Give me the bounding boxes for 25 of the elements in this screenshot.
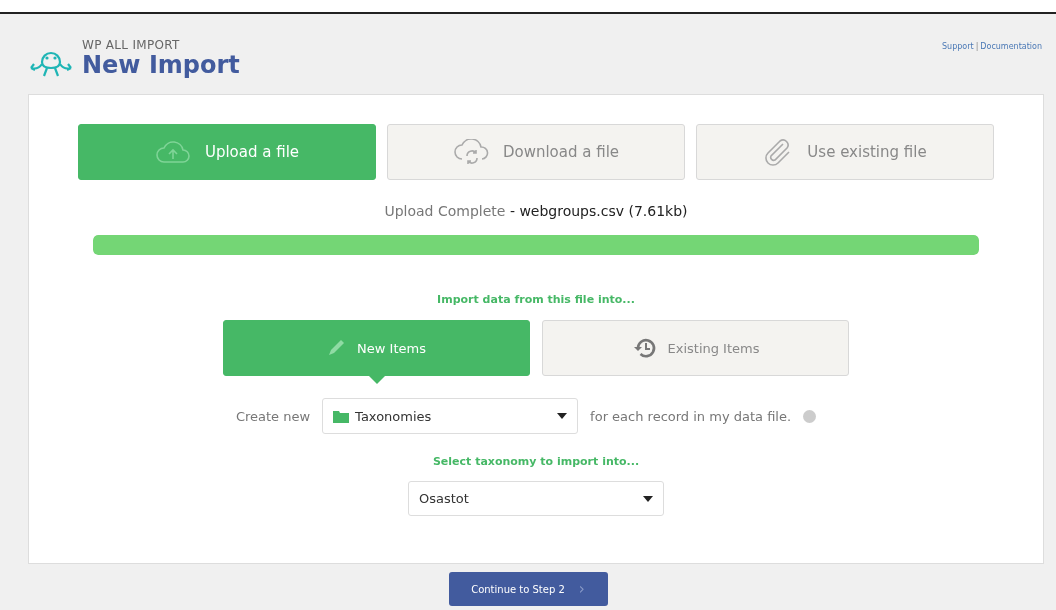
brand-name: WP ALL IMPORT	[82, 38, 181, 52]
import-option-tab[interactable]: Existing Items	[542, 320, 849, 376]
post-type-select[interactable]: Taxonomies	[322, 398, 579, 434]
source-tab[interactable]: Use existing file	[696, 124, 994, 180]
selection-pointer	[369, 376, 385, 384]
continue-button[interactable]: Continue to Step 2 ›	[448, 572, 608, 606]
cloud-sync-icon	[452, 139, 489, 165]
upload-status: Upload Complete - webgroups.csv (7.61kb)	[384, 203, 688, 219]
create-new-suffix: for each record in my data file.	[590, 408, 792, 424]
section-heading: Select taxonomy to import into...	[432, 455, 640, 468]
import-option-tab[interactable]: New Items	[223, 320, 530, 376]
link-separator: |	[975, 42, 979, 53]
taxonomy-select[interactable]: Osastot	[408, 481, 664, 516]
page-title: New Import	[82, 52, 240, 78]
source-tab[interactable]: Download a file	[387, 124, 685, 180]
folder-icon	[333, 409, 350, 423]
support-link[interactable]: Support	[942, 42, 974, 80]
help-icon[interactable]	[803, 409, 817, 423]
cloud-upload-icon	[154, 140, 191, 164]
create-new-label: Create new	[235, 408, 311, 424]
source-tab[interactable]: Upload a file	[78, 124, 376, 180]
caret-icon	[643, 495, 653, 502]
documentation-link[interactable]: Documentation	[980, 42, 1042, 80]
caret-icon	[557, 413, 568, 419]
section-heading: Import data from this file into...	[437, 293, 635, 306]
